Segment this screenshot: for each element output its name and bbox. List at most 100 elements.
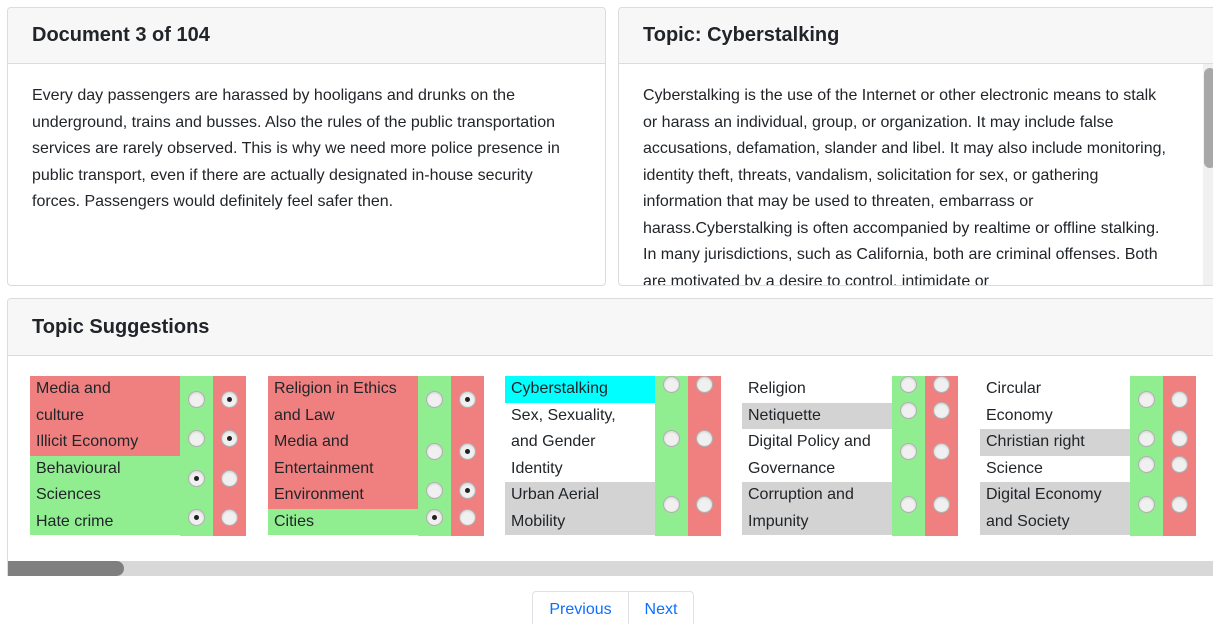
suggestion-group: Religion in Ethics and Law Media and Ent… [268,376,488,536]
previous-button[interactable]: Previous [532,591,629,624]
suggestion-label: Hate crime [30,508,180,535]
reject-radio[interactable] [933,496,950,513]
suggestion-label: Cities [268,508,418,535]
suggestion-label: and Society [980,508,1130,535]
reject-column [925,376,958,536]
suggestion-label: Media and [268,429,418,456]
reject-radio[interactable] [459,391,476,408]
suggestion-labels: Religion Netiquette Digital Policy and G… [742,376,892,536]
accept-radio[interactable] [188,470,205,487]
accept-radio[interactable] [1138,430,1155,447]
topic-description: Cyberstalking is the use of the Internet… [643,87,1166,286]
suggestion-label: Behavioural [30,455,180,482]
suggestions-scrollbar-thumb[interactable] [8,561,124,576]
suggestion-label: culture [30,402,180,429]
reject-column [1163,376,1196,536]
accept-radio[interactable] [426,391,443,408]
suggestion-label: Economy [980,402,1130,429]
suggestion-label: Illicit Economy [30,429,180,456]
reject-column [688,376,721,536]
suggestion-label: Netiquette [742,402,892,429]
suggestion-label: Religion [742,376,892,403]
suggestion-label: Corruption and [742,482,892,509]
topic-card: Topic: Cyberstalking Cyberstalking is th… [618,7,1213,286]
reject-radio[interactable] [221,470,238,487]
suggestion-label: and Law [268,402,418,429]
reject-radio[interactable] [221,430,238,447]
accept-radio[interactable] [1138,391,1155,408]
reject-radio[interactable] [459,482,476,499]
suggestion-label: Circular [980,376,1130,403]
suggestion-label: Christian right [980,429,1130,456]
suggestion-label: Urban Aerial [505,482,655,509]
topic-suggestions-title: Topic Suggestions [8,299,1213,356]
accept-column [418,376,451,536]
suggestion-label: Environment [268,482,418,509]
accept-column [892,376,925,536]
topic-title: Topic: Cyberstalking [619,8,1213,64]
suggestion-group: Media and culture Illicit Economy Behavi… [30,376,250,536]
accept-radio[interactable] [188,430,205,447]
next-button[interactable]: Next [629,591,694,624]
reject-column [451,376,484,536]
suggestion-labels: Media and culture Illicit Economy Behavi… [30,376,180,536]
accept-column [1130,376,1163,536]
reject-radio[interactable] [1171,496,1188,513]
document-title: Document 3 of 104 [8,8,605,64]
accept-radio[interactable] [663,496,680,513]
suggestions-scrollbar-track[interactable] [8,561,1213,576]
pagination: Previous Next [532,591,694,624]
suggestion-label: Digital Policy and [742,429,892,456]
accept-radio[interactable] [426,482,443,499]
reject-radio[interactable] [696,496,713,513]
topic-scrollbar-thumb[interactable] [1204,68,1213,168]
reject-radio[interactable] [933,376,950,393]
accept-column [180,376,213,536]
suggestion-group: Cyberstalking Sex, Sexuality, and Gender… [505,376,725,536]
accept-radio[interactable] [1138,456,1155,473]
suggestion-label: Entertainment [268,455,418,482]
suggestion-group: Religion Netiquette Digital Policy and G… [742,376,962,536]
suggestion-label: Religion in Ethics [268,376,418,403]
reject-radio[interactable] [1171,430,1188,447]
reject-radio[interactable] [1171,391,1188,408]
suggestion-labels: Circular Economy Christian right Science… [980,376,1130,536]
reject-radio[interactable] [933,443,950,460]
reject-radio[interactable] [1171,456,1188,473]
suggestion-label: Digital Economy [980,482,1130,509]
suggestion-label: and Gender [505,429,655,456]
accept-radio[interactable] [426,509,443,526]
accept-radio[interactable] [426,443,443,460]
reject-radio[interactable] [221,509,238,526]
suggestion-labels: Religion in Ethics and Law Media and Ent… [268,376,418,536]
suggestion-labels: Cyberstalking Sex, Sexuality, and Gender… [505,376,655,536]
accept-radio[interactable] [900,376,917,393]
suggestion-label: Governance [742,455,892,482]
reject-radio[interactable] [696,430,713,447]
suggestion-group: Circular Economy Christian right Science… [980,376,1200,536]
accept-radio[interactable] [900,443,917,460]
suggestion-label: Cyberstalking [505,376,655,403]
reject-radio[interactable] [221,391,238,408]
reject-radio[interactable] [933,402,950,419]
accept-column [655,376,688,536]
accept-radio[interactable] [1138,496,1155,513]
suggestion-label: Media and [30,376,180,403]
suggestion-label: Impunity [742,508,892,535]
accept-radio[interactable] [188,391,205,408]
accept-radio[interactable] [663,376,680,393]
reject-radio[interactable] [459,443,476,460]
reject-radio[interactable] [459,509,476,526]
topic-suggestions-card: Topic Suggestions Media and culture Illi… [7,298,1213,576]
reject-radio[interactable] [696,376,713,393]
suggestion-label: Identity [505,455,655,482]
suggestion-label: Sciences [30,482,180,509]
suggestion-label: Science [980,455,1130,482]
document-text: Every day passengers are harassed by hoo… [32,87,560,210]
accept-radio[interactable] [900,496,917,513]
topic-suggestions-scroll-area: Media and culture Illicit Economy Behavi… [8,356,1213,560]
accept-radio[interactable] [663,430,680,447]
document-card: Document 3 of 104 Every day passengers a… [7,7,606,286]
accept-radio[interactable] [188,509,205,526]
accept-radio[interactable] [900,402,917,419]
